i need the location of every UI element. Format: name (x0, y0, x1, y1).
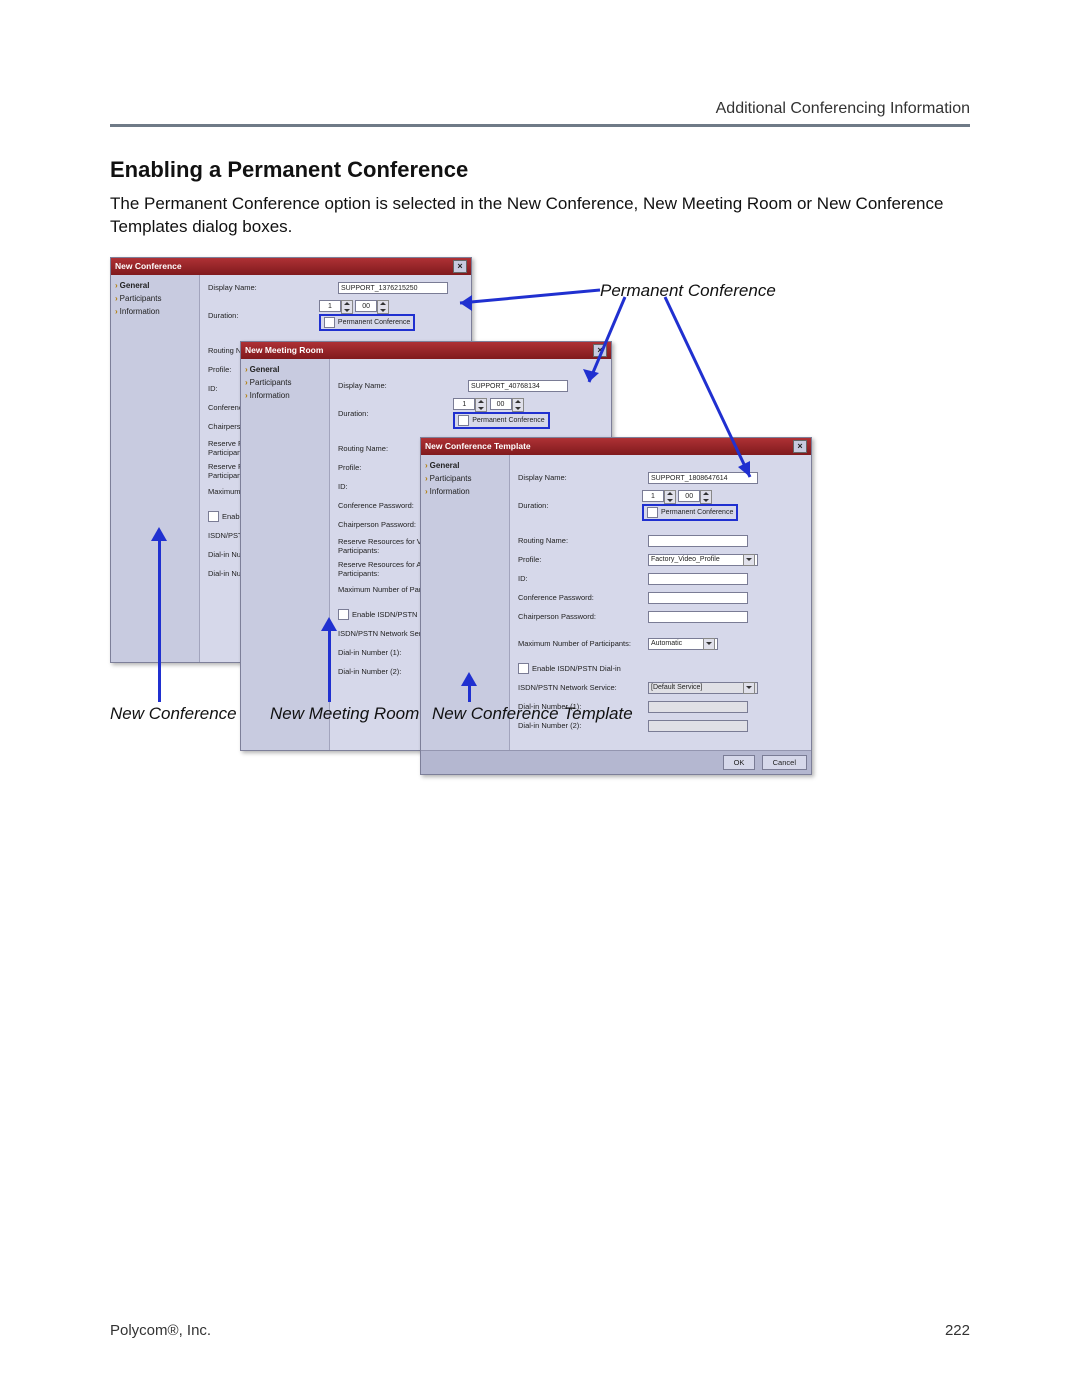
cancel-button[interactable]: Cancel (762, 755, 807, 770)
label-max: Maximum Number of Participants: (518, 639, 648, 648)
sidebar-item-general[interactable]: ›General (245, 365, 325, 374)
annotation-permanent-conference: Permanent Conference (600, 281, 776, 301)
sidebar-item-general[interactable]: ›General (115, 281, 195, 290)
duration-hours[interactable]: 1 (453, 398, 475, 410)
body-paragraph: The Permanent Conference option is selec… (110, 193, 970, 239)
label-id: ID: (518, 574, 648, 583)
dialog-new-conference-template: New Conference Template × ›General ›Part… (420, 437, 812, 775)
label-duration: Duration: (208, 311, 319, 320)
close-icon[interactable]: × (453, 260, 467, 273)
label-display-name: Display Name: (208, 283, 338, 292)
label-display-name: Display Name: (338, 381, 468, 390)
chair-password-field[interactable] (648, 611, 748, 623)
label-enable-isdn: Enable ISDN/PSTN Dial-in (532, 664, 621, 673)
label-duration: Duration: (338, 409, 453, 418)
annotation-new-conference-template: New Conference Template (432, 704, 633, 724)
dialin2-field[interactable] (648, 720, 748, 732)
header-text: Additional Conferencing Information (110, 100, 970, 127)
label-display-name: Display Name: (518, 473, 648, 482)
close-icon[interactable]: × (793, 440, 807, 453)
id-field[interactable] (648, 573, 748, 585)
routing-name-field[interactable] (648, 535, 748, 547)
annotation-new-meeting-room: New Meeting Room (270, 704, 419, 724)
display-name-field[interactable]: SUPPORT_40768134 (468, 380, 568, 392)
close-icon[interactable]: × (593, 344, 607, 357)
conf-password-field[interactable] (648, 592, 748, 604)
dialin1-field[interactable] (648, 701, 748, 713)
enable-isdn-checkbox[interactable] (518, 663, 529, 674)
profile-select[interactable]: Factory_Video_Profile (648, 554, 758, 566)
label-isdn-service: ISDN/PSTN Network Service: (518, 683, 648, 692)
label-confpw: Conference Password: (518, 593, 648, 602)
spinner-icon[interactable] (700, 490, 712, 504)
section-title: Enabling a Permanent Conference (110, 157, 970, 183)
sidebar-item-general[interactable]: ›General (425, 461, 505, 470)
sidebar-item-information[interactable]: ›Information (425, 487, 505, 496)
spinner-icon[interactable] (475, 398, 487, 412)
max-participants-select[interactable]: Automatic (648, 638, 718, 650)
sidebar-item-information[interactable]: ›Information (115, 307, 195, 316)
duration-hours[interactable]: 1 (642, 490, 664, 502)
footer-page-number: 222 (945, 1322, 970, 1339)
spinner-icon[interactable] (512, 398, 524, 412)
sidebar-item-participants[interactable]: ›Participants (425, 474, 505, 483)
sidebar-item-participants[interactable]: ›Participants (115, 294, 195, 303)
enable-isdn-checkbox[interactable] (208, 511, 219, 522)
duration-minutes[interactable]: 00 (678, 490, 700, 502)
dialog-title: New Conference (115, 261, 182, 271)
enable-isdn-checkbox[interactable] (338, 609, 349, 620)
sidebar-item-information[interactable]: ›Information (245, 391, 325, 400)
spinner-icon[interactable] (664, 490, 676, 504)
annotation-new-conference: New Conference (110, 704, 237, 724)
label-profile: Profile: (518, 555, 648, 564)
display-name-field[interactable]: SUPPORT_1376215250 (338, 282, 448, 294)
sidebar-item-participants[interactable]: ›Participants (245, 378, 325, 387)
dialog-title: New Conference Template (425, 441, 531, 451)
dialog-title: New Meeting Room (245, 345, 323, 355)
permanent-conference-checkbox[interactable]: Permanent Conference (453, 412, 549, 429)
duration-minutes[interactable]: 00 (490, 398, 512, 410)
spinner-icon[interactable] (341, 300, 353, 314)
duration-hours[interactable]: 1 (319, 300, 341, 312)
label-chairpw: Chairperson Password: (518, 612, 648, 621)
duration-minutes[interactable]: 00 (355, 300, 377, 312)
display-name-field[interactable]: SUPPORT_1808647614 (648, 472, 758, 484)
label-routing: Routing Name: (518, 536, 648, 545)
permanent-conference-checkbox[interactable]: Permanent Conference (642, 504, 738, 521)
figure: New Conference × ›General ›Participants … (110, 257, 810, 727)
footer-company: Polycom®, Inc. (110, 1322, 211, 1339)
label-duration: Duration: (518, 501, 642, 510)
ok-button[interactable]: OK (723, 755, 756, 770)
permanent-conference-checkbox[interactable]: Permanent Conference (319, 314, 415, 331)
spinner-icon[interactable] (377, 300, 389, 314)
isdn-service-select[interactable]: [Default Service] (648, 682, 758, 694)
